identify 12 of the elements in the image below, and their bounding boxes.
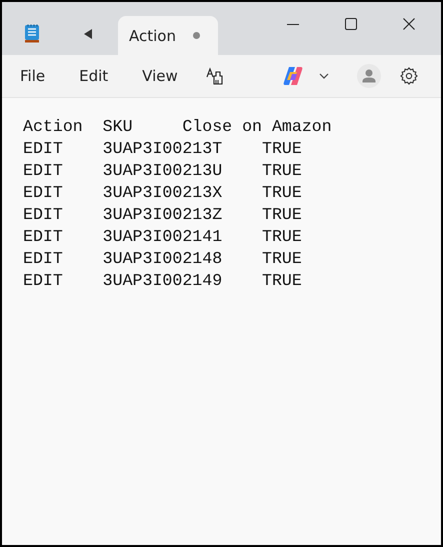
text-line: Action SKU Close on Amazon	[23, 116, 332, 138]
file-tab[interactable]: Action	[118, 16, 218, 55]
text-line: EDIT 3UAP3I002148 TRUE	[23, 248, 302, 270]
menu-item[interactable]: Edit	[69, 63, 118, 89]
menu-item[interactable]: File	[10, 63, 56, 89]
text-line: EDIT 3UAP3I002141 TRUE	[23, 226, 302, 248]
text-line: EDIT 3UAP3I00213U TRUE	[23, 160, 302, 182]
menu-item[interactable]: View	[132, 63, 188, 89]
text-line: EDIT 3UAP3I002149 TRUE	[23, 270, 302, 292]
text-line: EDIT 3UAP3I00213T TRUE	[23, 138, 302, 160]
text-line: EDIT 3UAP3I00213Z TRUE	[23, 204, 302, 226]
text-line: EDIT 3UAP3I00213X TRUE	[23, 182, 302, 204]
